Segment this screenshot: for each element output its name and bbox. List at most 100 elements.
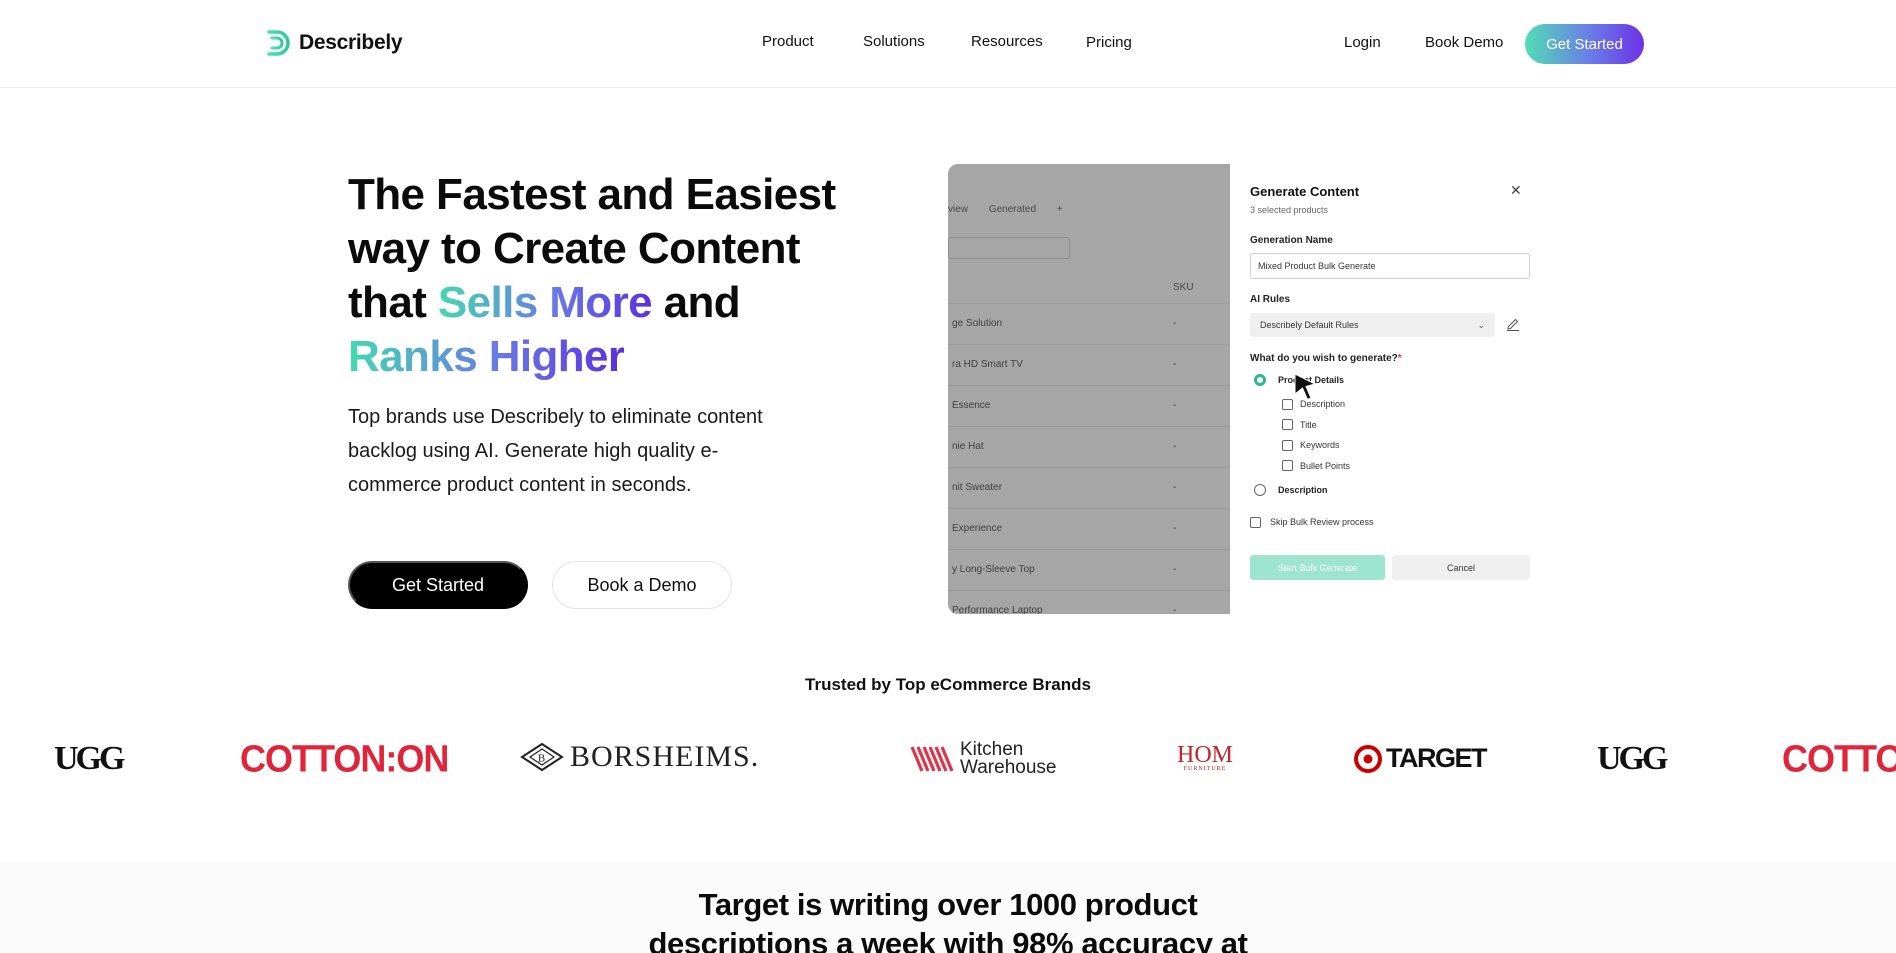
book-demo-link[interactable]: Book Demo	[1425, 34, 1503, 51]
brand-logo-target: TARGET	[1354, 743, 1488, 774]
kitchen-warehouse-stripes-icon	[910, 746, 954, 772]
hero-title-line-1: The Fastest and Easiest	[348, 170, 836, 219]
hero-book-demo-button[interactable]: Book a Demo	[552, 561, 732, 609]
hero-title-highlight-sells: Sells More	[437, 278, 653, 327]
target-wordmark: TARGET	[1386, 743, 1488, 773]
row-sku: -	[1173, 359, 1177, 370]
bullet-points-checkbox	[1282, 460, 1293, 471]
panel-selected-count: 3 selected products	[1250, 205, 1329, 215]
description-radio	[1254, 484, 1266, 496]
generate-question: What do you wish to generate?*	[1250, 353, 1402, 364]
mockup-search-input	[948, 237, 1070, 259]
row-name: Experience	[952, 523, 1003, 534]
row-name: Performance Laptop	[952, 605, 1043, 614]
table-row: y Long-Sleeve Top -	[948, 549, 1230, 590]
hero-title-line-3a: that	[348, 278, 438, 327]
bullet-points-checkbox-label: Bullet Points	[1300, 461, 1351, 471]
login-link[interactable]: Login	[1344, 34, 1381, 51]
row-name: nie Hat	[952, 441, 984, 452]
row-sku: -	[1173, 605, 1177, 614]
nav-pricing[interactable]: Pricing	[1086, 34, 1132, 51]
hom-wordmark: HOM	[1177, 742, 1234, 768]
generation-name-field: Mixed Product Bulk Generate	[1250, 253, 1530, 279]
testimonial-line-2: descriptions a week with 98% accuracy at	[648, 926, 1248, 953]
kitchen-warehouse-wordmark: Kitchen Warehouse	[960, 740, 1056, 777]
brand-logo-hom: HOM FURNITURE	[1177, 742, 1234, 772]
row-sku: -	[1173, 564, 1177, 575]
mockup-sku-header: SKU	[1173, 282, 1194, 293]
hom-subtitle: FURNITURE	[1183, 766, 1227, 772]
row-name: nit Sweater	[952, 482, 1003, 493]
row-sku: -	[1173, 482, 1177, 493]
keywords-checkbox	[1282, 440, 1293, 451]
testimonial-line-1: Target is writing over 1000 product	[698, 887, 1198, 922]
product-details-radio	[1254, 374, 1266, 386]
borsheims-wordmark: BORSHEIMS.	[570, 740, 760, 773]
edit-icon	[1507, 318, 1519, 331]
ai-rules-label: AI Rules	[1250, 294, 1291, 305]
mockup-tab-view: view	[948, 204, 969, 215]
generate-content-panel: Generate Content ✕ 3 selected products G…	[1230, 164, 1530, 614]
cancel-button: Cancel	[1392, 555, 1530, 580]
close-icon: ✕	[1510, 182, 1522, 198]
table-row: Performance Laptop -	[948, 590, 1230, 614]
mockup-tab-add: +	[1056, 204, 1063, 215]
hero-title-line-2: way to Create Content	[348, 224, 801, 273]
row-name: ra HD Smart TV	[952, 359, 1023, 370]
testimonial-quote: Target is writing over 1000 product desc…	[0, 885, 1896, 953]
hero-title: The Fastest and Easiest way to Create Co…	[348, 168, 848, 384]
nav-solutions[interactable]: Solutions	[863, 33, 925, 50]
brand-logo-ugg: UGG	[54, 740, 125, 777]
table-row: ra HD Smart TV -	[948, 344, 1230, 385]
table-row: nie Hat -	[948, 426, 1230, 467]
row-name: Essence	[952, 400, 991, 411]
target-bullseye-icon	[1354, 744, 1382, 773]
trusted-heading: Trusted by Top eCommerce Brands	[805, 675, 1091, 694]
skip-bulk-review-checkbox	[1250, 517, 1261, 528]
hero-title-line-3b: and	[651, 278, 741, 327]
nav-resources[interactable]: Resources	[971, 33, 1043, 50]
top-navigation: Describely Product Solutions Resources P…	[0, 0, 1896, 88]
logo-icon	[251, 30, 290, 56]
row-sku: -	[1173, 400, 1177, 411]
chevron-down-icon: ⌄	[1477, 320, 1485, 330]
nav-get-started-button[interactable]: Get Started	[1525, 24, 1644, 64]
brand-name: Describely	[299, 31, 403, 54]
brand-logo[interactable]: Describely	[251, 28, 403, 58]
brand-logo-ugg-repeat: UGG	[1597, 740, 1668, 777]
brand-logo-cotton-on-repeat: COTTON	[1782, 736, 1896, 780]
row-sku: -	[1173, 523, 1177, 534]
table-row: Essence -	[948, 385, 1230, 426]
row-name: y Long-Sleeve Top	[952, 564, 1035, 575]
start-bulk-generate-button: Start Bulk Generate	[1250, 555, 1385, 580]
keywords-checkbox-label: Keywords	[1300, 440, 1340, 450]
brand-logo-cotton-on: COTTON:ON	[240, 736, 449, 780]
table-row: Experience -	[948, 508, 1230, 549]
description-radio-label: Description	[1278, 485, 1328, 495]
table-row: ge Solution -	[948, 303, 1230, 344]
ai-rules-select: Describely Default Rules ⌄	[1250, 313, 1495, 337]
title-checkbox	[1282, 419, 1293, 430]
ai-rules-value: Describely Default Rules	[1260, 320, 1359, 330]
brand-logo-kitchen-warehouse: Kitchen Warehouse	[910, 740, 1056, 777]
row-name: ge Solution	[952, 318, 1003, 329]
row-sku: -	[1173, 318, 1177, 329]
panel-title: Generate Content	[1250, 184, 1360, 199]
svg-text:B: B	[538, 753, 546, 765]
mockup-table-overlay: view Generated + SKU ge Solution - ra HD …	[948, 164, 1230, 614]
hero-subtitle: Top brands use Describely to eliminate c…	[348, 406, 763, 496]
row-sku: -	[1173, 441, 1177, 452]
borsheims-diamond-icon: B	[520, 742, 564, 772]
hero-get-started-button[interactable]: Get Started	[348, 561, 528, 609]
brand-logo-borsheims: B BORSHEIMS.	[520, 740, 759, 774]
generate-question-text: What do you wish to generate?	[1250, 353, 1398, 364]
required-mark: *	[1397, 353, 1402, 364]
title-checkbox-label: Title	[1300, 420, 1317, 430]
nav-product[interactable]: Product	[762, 33, 814, 50]
product-mockup: view Generated + SKU ge Solution - ra HD …	[948, 164, 1530, 614]
generation-name-label: Generation Name	[1250, 235, 1333, 246]
table-row: nit Sweater -	[948, 467, 1230, 508]
skip-bulk-review-label: Skip Bulk Review process	[1270, 517, 1374, 527]
mockup-tab-generated: Generated	[988, 204, 1037, 215]
mockup-tabs: view Generated +	[948, 204, 1081, 215]
